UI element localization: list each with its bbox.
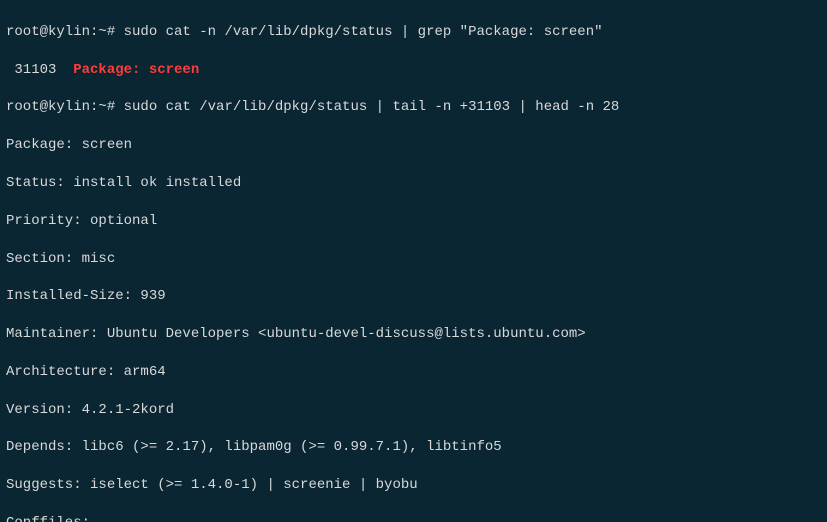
grep-line-number: 31103 — [6, 62, 73, 78]
pkg-field-maintainer: Maintainer: Ubuntu Developers <ubuntu-de… — [6, 325, 821, 344]
pkg-field-package: Package: screen — [6, 136, 821, 155]
pkg-field-section: Section: misc — [6, 250, 821, 269]
pkg-field-status: Status: install ok installed — [6, 174, 821, 193]
shell-prompt: root@kylin:~# — [6, 24, 124, 40]
cmd-line-1: root@kylin:~# sudo cat -n /var/lib/dpkg/… — [6, 23, 821, 42]
pkg-field-suggests: Suggests: iselect (>= 1.4.0-1) | screeni… — [6, 476, 821, 495]
pkg-field-depends: Depends: libc6 (>= 2.17), libpam0g (>= 0… — [6, 438, 821, 457]
pkg-field-installed-size: Installed-Size: 939 — [6, 287, 821, 306]
terminal[interactable]: root@kylin:~# sudo cat -n /var/lib/dpkg/… — [0, 0, 827, 522]
cmd-line-2: root@kylin:~# sudo cat /var/lib/dpkg/sta… — [6, 98, 821, 117]
grep-output-line: 31103 Package: screen — [6, 61, 821, 80]
pkg-field-conffiles: Conffiles: — [6, 514, 821, 522]
shell-prompt: root@kylin:~# — [6, 99, 124, 115]
pkg-field-priority: Priority: optional — [6, 212, 821, 231]
pkg-field-version: Version: 4.2.1-2kord — [6, 401, 821, 420]
grep-match-text: Package: screen — [73, 62, 199, 78]
command-2: sudo cat /var/lib/dpkg/status | tail -n … — [124, 99, 620, 115]
command-1: sudo cat -n /var/lib/dpkg/status | grep … — [124, 24, 603, 40]
pkg-field-architecture: Architecture: arm64 — [6, 363, 821, 382]
